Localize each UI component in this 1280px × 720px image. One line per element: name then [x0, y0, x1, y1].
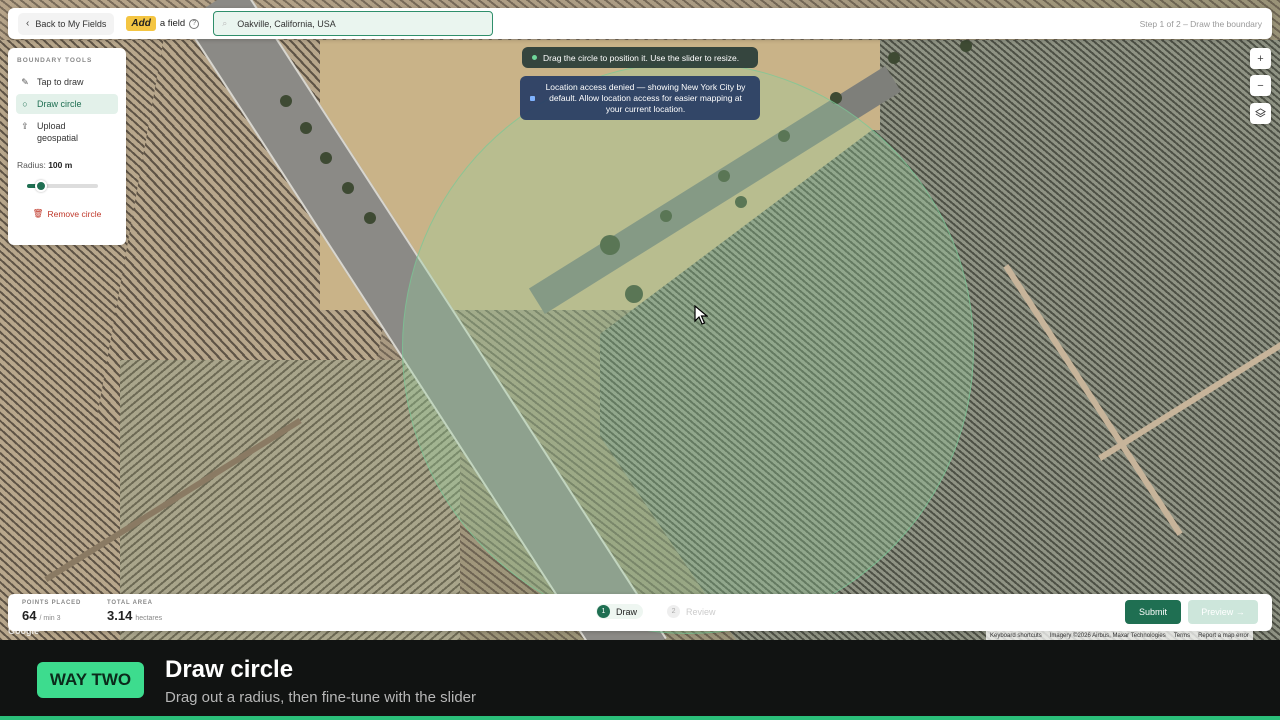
- status-dot-icon: [532, 55, 537, 60]
- top-bar: ‹ Back to My Fields Add a field ? ⌕ Step…: [8, 8, 1272, 39]
- trash-icon: 🗑: [32, 208, 44, 218]
- total-area-value: 3.14: [107, 608, 133, 623]
- zoom-in-button[interactable]: +: [1250, 48, 1271, 69]
- add-badge: Add: [126, 16, 156, 31]
- page-title: Add a field ?: [126, 16, 200, 31]
- caption-subtitle: Drag out a radius, then fine-tune with t…: [165, 689, 477, 706]
- step-draw: 1 Draw: [596, 604, 644, 619]
- tool-upload-geospatial[interactable]: ⇪ Upload geospatial: [16, 116, 118, 148]
- pencil-square-icon: ✎: [21, 77, 29, 87]
- google-logo: Google: [8, 626, 39, 636]
- tool-label: Tap to draw: [37, 77, 84, 87]
- step-label: Review: [686, 606, 716, 617]
- points-placed-stat: POINTS PLACED 64/ min 3: [22, 600, 81, 623]
- info-square-icon: [530, 95, 535, 101]
- step-indicator-text: Step 1 of 2 – Draw the boundary: [1139, 18, 1262, 29]
- step-review: 2 Review: [667, 605, 716, 618]
- map-tree: [888, 52, 900, 64]
- radius-value: 100 m: [48, 160, 73, 170]
- minus-icon: −: [1257, 79, 1264, 92]
- zoom-out-button[interactable]: −: [1250, 75, 1271, 96]
- map-tree: [960, 40, 972, 52]
- boundary-tools-panel: BOUNDARY TOOLS ✎ Tap to draw ○ Draw circ…: [8, 48, 126, 245]
- tools-heading: BOUNDARY TOOLS: [17, 57, 93, 64]
- total-area-stat: TOTAL AREA 3.14 hectares: [107, 600, 162, 623]
- map-tree: [300, 122, 312, 134]
- radius-readout: Radius: 100 m: [17, 160, 118, 170]
- tool-tap-to-draw[interactable]: ✎ Tap to draw: [16, 72, 118, 92]
- map-attribution: Keyboard shortcuts Imagery ©2026 Airbus,…: [986, 631, 1253, 640]
- report-error-link[interactable]: Report a map error: [1198, 633, 1249, 639]
- submit-button[interactable]: Submit: [1125, 600, 1181, 624]
- map-tree: [280, 95, 292, 107]
- boundary-circle[interactable]: [402, 62, 974, 634]
- radius-slider[interactable]: [27, 180, 98, 192]
- terms-link[interactable]: Terms: [1174, 633, 1190, 639]
- points-placed-unit: / min 3: [39, 615, 61, 622]
- caption-strip: WAY TWO Draw circle Drag out a radius, t…: [0, 640, 1280, 720]
- tool-label: Draw circle: [37, 99, 82, 109]
- layers-button[interactable]: [1250, 103, 1271, 124]
- location-toast-text: Location access denied — showing New Yor…: [545, 81, 746, 114]
- tool-label: Upload geospatial: [37, 121, 79, 143]
- radius-label: Radius:: [17, 160, 46, 170]
- step-number: 1: [597, 605, 610, 618]
- way-badge: WAY TWO: [37, 662, 144, 698]
- map-tree: [320, 152, 332, 164]
- layers-icon: [1255, 108, 1266, 118]
- step-progress: 1 Draw 2 Review: [596, 604, 716, 619]
- mouse-cursor-icon: [694, 305, 708, 325]
- total-area-unit: hectares: [135, 615, 163, 622]
- keyboard-shortcuts-link[interactable]: Keyboard shortcuts: [990, 633, 1042, 639]
- points-placed-value: 64: [22, 608, 37, 623]
- location-search-input[interactable]: [237, 18, 478, 29]
- search-icon: ⌕: [222, 18, 228, 28]
- radius-slider-knob[interactable]: [35, 180, 47, 192]
- bottom-bar: POINTS PLACED 64/ min 3 TOTAL AREA 3.14 h…: [8, 594, 1272, 631]
- back-button-label: Back to My Fields: [35, 18, 107, 29]
- hint-toast-text: Drag the circle to position it. Use the …: [543, 52, 740, 63]
- caption-title: Draw circle: [165, 656, 294, 683]
- remove-circle-label: Remove circle: [47, 208, 102, 219]
- hint-toast: Drag the circle to position it. Use the …: [522, 47, 758, 68]
- total-area-label: TOTAL AREA: [107, 600, 153, 606]
- step-number: 2: [667, 605, 681, 618]
- points-placed-label: POINTS PLACED: [22, 600, 82, 606]
- step-label: Draw: [616, 606, 638, 617]
- preview-button[interactable]: Preview →: [1188, 600, 1258, 624]
- plus-icon: +: [1257, 52, 1264, 65]
- page-title-suffix: a field: [159, 18, 186, 29]
- circle-icon: ○: [22, 99, 28, 109]
- help-icon[interactable]: ?: [189, 18, 200, 29]
- back-button[interactable]: ‹ Back to My Fields: [18, 12, 115, 35]
- map-tree: [364, 212, 376, 224]
- location-toast: Location access denied — showing New Yor…: [520, 76, 760, 120]
- map-tree: [342, 182, 354, 194]
- location-search[interactable]: ⌕: [213, 11, 494, 36]
- imagery-credit: Imagery ©2026 Airbus, Maxar Technologies: [1049, 632, 1166, 639]
- tool-draw-circle[interactable]: ○ Draw circle: [16, 94, 118, 114]
- upload-icon: ⇪: [21, 121, 29, 131]
- chevron-left-icon: ‹: [26, 18, 30, 29]
- remove-circle-button[interactable]: 🗑 Remove circle: [16, 208, 118, 219]
